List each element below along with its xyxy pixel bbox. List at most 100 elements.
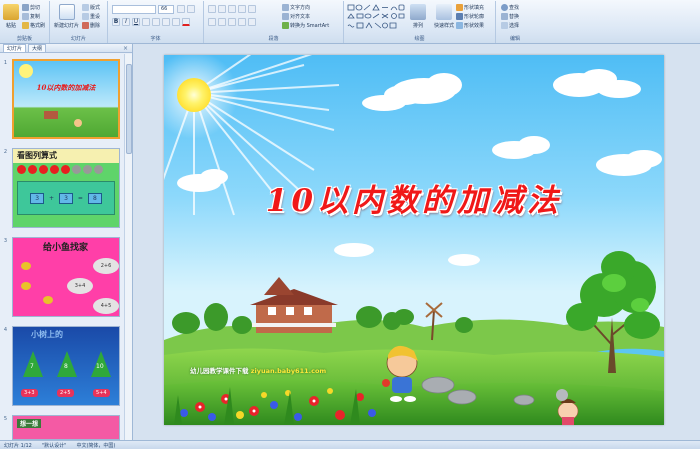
face-icon [50,165,59,174]
reset-icon [82,13,89,20]
faces-row [17,165,103,174]
quick-styles-button[interactable]: 快速样式 [434,4,454,29]
slides-label: 幻灯片 [70,36,86,42]
drawing-label: 绘图 [414,36,425,42]
sun-icon [19,64,33,78]
shrink-font-button[interactable] [187,5,195,13]
footer-label: 幼儿园教学课件下载 [190,367,249,375]
columns-button[interactable] [248,18,256,26]
pane-tabs: 幻灯片 大纲 × [0,44,132,53]
smartart-icon [282,22,289,29]
new-slide-button[interactable]: 新建幻灯片 [54,4,79,29]
face-icon [61,165,70,174]
align-text-button[interactable]: 对齐文本 [282,13,310,20]
face-icon [17,165,26,174]
text-direction-button[interactable]: 文字方向 [282,4,310,11]
select-button[interactable]: 选择 [501,22,519,29]
slide-thumbnail-1[interactable]: 10以内数的加减法 [12,59,120,139]
increase-indent-button[interactable] [238,5,246,13]
face-icon [83,165,92,174]
slide-title[interactable]: 10以内数的加减法 [164,175,664,220]
status-bar: 幻灯片 1/12 "默认设计" 中文(简体，中国) [0,440,700,449]
face-icon [28,165,37,174]
slide-thumbnail-5[interactable]: 想一想 [12,415,120,440]
tab-slides[interactable]: 幻灯片 [3,44,27,52]
sun-icon [177,78,211,112]
change-case-button[interactable] [172,18,180,26]
cloud: 3+4 [67,278,93,294]
tab-outline[interactable]: 大纲 [28,44,47,52]
cloud: 4+5 [93,298,119,314]
strikethrough-button[interactable] [142,18,150,26]
ribbon: 粘贴 剪切 复制 格式刷 剪贴板 新建幻灯片 版式 重设 删除 幻灯片 66 B… [0,0,700,44]
justify-button[interactable] [238,18,246,26]
numbering-button[interactable] [218,5,226,13]
scissors-icon [22,4,29,11]
spacing-button[interactable] [162,18,170,26]
pane-scrollbar[interactable] [124,54,132,440]
delete-button[interactable]: 删除 [82,22,100,29]
fill-icon [456,4,463,11]
shadow-button[interactable] [152,18,160,26]
heart-card: 3+3 [21,389,38,397]
replace-icon [501,13,508,20]
brush-icon [22,22,29,29]
quick-styles-icon [436,4,452,20]
underline-button[interactable]: U [132,18,140,26]
slide-thumbnail-4[interactable]: 小树上的 7 8 10 3+3 2+5 5+4 [12,326,120,406]
paste-icon [3,4,19,20]
line-spacing-button[interactable] [248,5,256,13]
align-center-button[interactable] [218,18,226,26]
font-group: 66 B I U 字体 [108,1,204,43]
slide-1[interactable]: 10以内数的加减法 幼儿园教学课件下载 ziyuan.baby611.com [164,55,664,425]
paragraph-label: 段落 [268,36,279,42]
slides-pane: 幻灯片 大纲 × 1 10以内数的加减法 2 看图列算式 3 + 3 = 8 3… [0,44,133,440]
text-direction-icon [282,4,289,11]
grow-font-button[interactable] [177,5,185,13]
shape-effects-button[interactable]: 形状效果 [456,22,484,29]
bold-button[interactable]: B [112,18,120,26]
cut-button[interactable]: 剪切 [22,4,40,11]
shapes-gallery[interactable] [347,4,405,32]
language-indicator[interactable]: 中文(简体，中国) [76,442,115,449]
find-button[interactable]: 查找 [501,4,519,11]
thumb-title: 想一想 [17,419,42,428]
slide-thumbnail-3[interactable]: 给小鱼找家 2+6 3+4 4+5 [12,237,120,317]
scrollbar-thumb[interactable] [126,64,132,154]
reset-button[interactable]: 重设 [82,13,100,20]
italic-button[interactable]: I [122,18,130,26]
house-icon [44,111,58,119]
slide-thumbnail-2[interactable]: 看图列算式 3 + 3 = 8 [12,148,120,228]
align-right-button[interactable] [228,18,236,26]
align-left-button[interactable] [208,18,216,26]
format-painter-button[interactable]: 格式刷 [22,22,45,29]
font-name-field[interactable] [112,5,156,14]
shape-fill-button[interactable]: 形状填充 [456,4,484,11]
slide-number: 3 [3,238,8,244]
eq-term: 3 [30,192,45,204]
powerpoint-window: 粘贴 剪切 复制 格式刷 剪贴板 新建幻灯片 版式 重设 删除 幻灯片 66 B… [0,0,700,449]
smartart-button[interactable]: 转换为 SmartArt [282,22,329,29]
decrease-indent-button[interactable] [228,5,236,13]
delete-icon [82,22,89,29]
paragraph-group: 文字方向 对齐文本 转换为 SmartArt 段落 [204,1,344,43]
arrange-button[interactable]: 排列 [410,4,426,29]
cloud: 2+6 [93,258,119,274]
close-icon[interactable]: × [123,45,128,52]
fish-icon [43,296,53,304]
font-size-field[interactable]: 66 [158,5,174,14]
replace-button[interactable]: 替换 [501,13,519,20]
thumb-title: 给小鱼找家 [43,243,89,253]
shape-outline-button[interactable]: 形状轮廓 [456,13,484,20]
copy-button[interactable]: 复制 [22,13,40,20]
clouds [177,69,662,266]
font-color-button[interactable] [182,18,190,26]
clipboard-group: 粘贴 剪切 复制 格式刷 剪贴板 [0,1,50,43]
paste-button[interactable]: 粘贴 [3,4,19,29]
eq-op: + [49,194,55,202]
eq-result: 8 [87,192,102,204]
copy-icon [22,13,29,20]
layout-button[interactable]: 版式 [82,4,100,11]
bullets-button[interactable] [208,5,216,13]
tree-number: 10 [96,363,104,370]
